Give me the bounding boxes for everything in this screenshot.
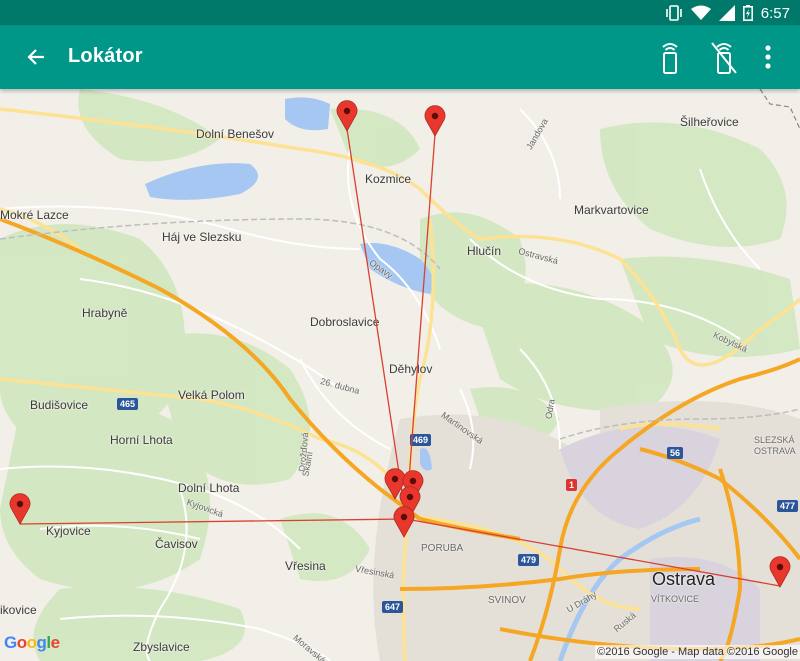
location-marker-icon [393,506,415,538]
google-logo: Google [4,633,60,652]
overflow-menu-icon [765,45,771,69]
phone-wifi-off-icon [711,42,737,74]
location-marker-icon [769,556,791,588]
phone-wifi-off-button[interactable] [706,39,742,75]
back-button[interactable] [22,43,50,71]
bearing-line [405,518,781,587]
map-view[interactable]: Dolní Benešov Kozmice Šilheřovice Mokré … [0,89,800,661]
location-marker-icon [424,105,446,137]
bearing-line [19,518,407,525]
back-arrow-icon [27,49,44,65]
phone-wifi-button[interactable] [652,39,688,75]
status-bar: 6:57 [0,0,800,25]
battery-charging-icon [742,5,753,21]
map-copyright[interactable]: ©2016 Google - Map data ©2016 Google [595,645,800,659]
location-marker-icon [336,100,358,132]
phone-wifi-icon [662,43,678,74]
app-bar: Lokátor [0,25,800,89]
locator-overlay [9,100,791,588]
location-marker-icon [9,493,31,525]
overflow-menu-button[interactable] [752,39,784,75]
bearing-line [405,133,436,520]
bearing-line [346,128,407,520]
page-title: Lokátor [68,45,143,67]
vibrate-icon [665,5,682,21]
wifi-icon [690,5,711,20]
status-time: 6:57 [760,4,790,22]
signal-icon [718,5,735,21]
